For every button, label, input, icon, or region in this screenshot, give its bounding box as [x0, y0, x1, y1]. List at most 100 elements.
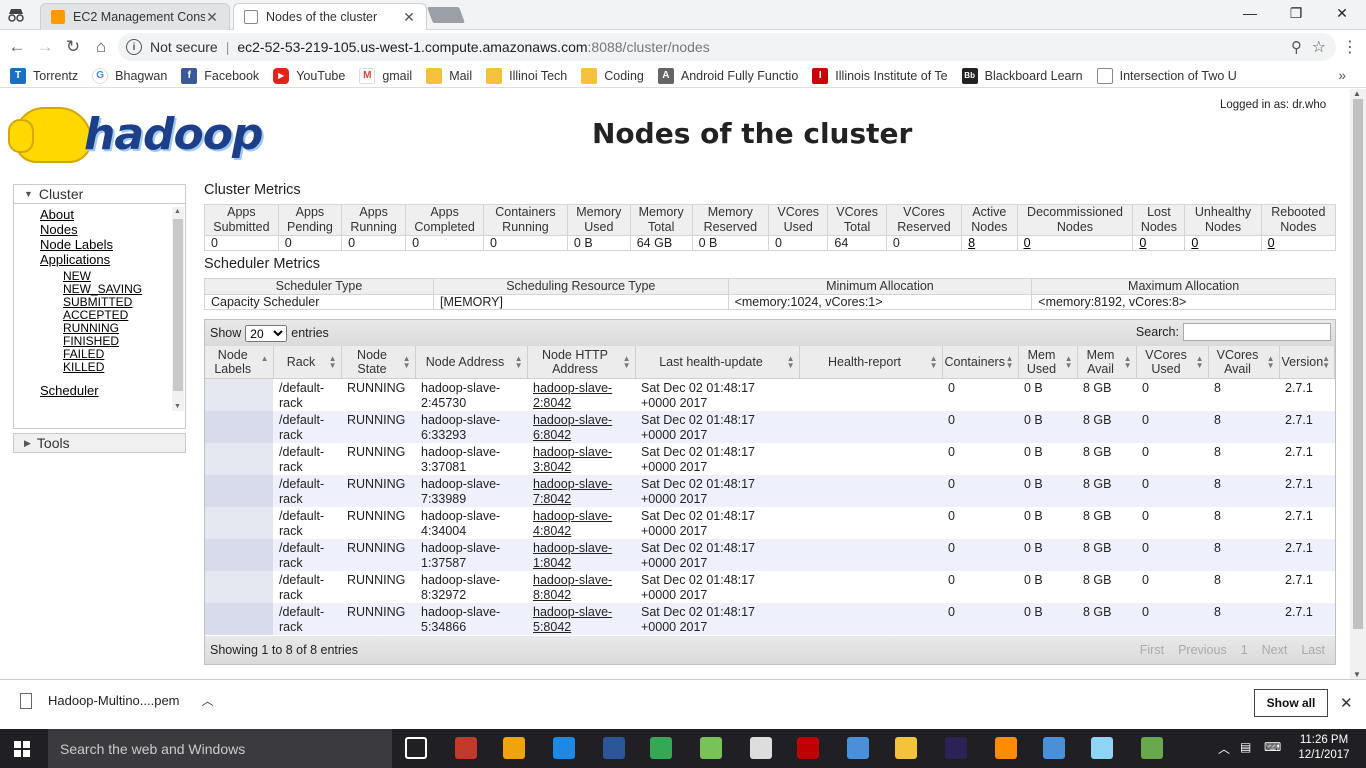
bookmark-item[interactable]: G Bhagwan — [92, 67, 167, 84]
app-icon[interactable] — [455, 737, 477, 759]
home-icon[interactable]: ⌂ — [90, 36, 112, 58]
eclipse-icon[interactable] — [945, 737, 967, 759]
column-header[interactable]: VCores Avail ▲ ▼ — [1208, 346, 1280, 379]
cluster-metric-link[interactable]: 0 — [1139, 236, 1146, 250]
nav-scrollbar[interactable]: ▲ ▼ — [172, 207, 184, 411]
scroll-up-icon[interactable]: ▲ — [174, 208, 181, 215]
more-bookmarks-icon[interactable]: » — [1338, 67, 1346, 83]
file-explorer-icon[interactable] — [895, 737, 917, 759]
node-http-link[interactable]: hadoop-slave-6:8042 — [533, 413, 612, 442]
pager-first[interactable]: First — [1140, 643, 1164, 657]
keyboard-icon[interactable]: ⌨ — [1264, 740, 1281, 754]
pager-last[interactable]: Last — [1301, 643, 1325, 657]
notification-icon[interactable]: ▤ — [1240, 740, 1251, 754]
back-icon[interactable]: ← — [6, 36, 28, 58]
column-header[interactable]: Rack ▲ ▼ — [273, 346, 342, 379]
bookmark-star-icon[interactable]: ☆ — [1312, 37, 1326, 57]
chrome-icon[interactable] — [650, 737, 672, 759]
scroll-down-icon[interactable]: ▼ — [1353, 670, 1361, 679]
address-bar[interactable]: i Not secure | ec2-52-53-219-105.us-west… — [118, 33, 1336, 61]
close-icon[interactable]: ✕ — [205, 9, 219, 26]
column-header[interactable]: Mem Avail ▲ ▼ — [1077, 346, 1137, 379]
new-tab-button[interactable] — [427, 7, 465, 23]
bookmark-item[interactable]: Mail — [426, 67, 472, 84]
minimize-icon[interactable]: — — [1240, 5, 1260, 23]
node-http-link[interactable]: hadoop-slave-8:8042 — [533, 573, 612, 602]
column-header[interactable]: Last health-update ▲ ▼ — [635, 346, 800, 379]
restore-icon[interactable]: ❐ — [1286, 5, 1306, 23]
node-http-link[interactable]: hadoop-slave-4:8042 — [533, 509, 612, 538]
node-http-link[interactable]: hadoop-slave-3:8042 — [533, 445, 612, 474]
filezilla-icon[interactable] — [797, 737, 819, 759]
notepad-icon[interactable] — [1141, 737, 1163, 759]
scroll-thumb[interactable] — [173, 219, 183, 391]
bookmark-item[interactable]: I Illinois Institute of Te — [812, 67, 948, 84]
info-icon[interactable]: i — [126, 39, 142, 55]
nav-nodes[interactable]: Nodes — [14, 222, 185, 237]
scroll-down-icon[interactable]: ▼ — [174, 403, 181, 410]
taskbar-clock[interactable]: 11:26 PM 12/1/2017 — [1292, 733, 1356, 763]
node-http-link[interactable]: hadoop-slave-1:8042 — [533, 541, 612, 570]
node-http-link[interactable]: hadoop-slave-2:8042 — [533, 381, 612, 410]
show-all-button[interactable]: Show all — [1254, 689, 1328, 717]
cluster-metric-link[interactable]: 0 — [1024, 236, 1031, 250]
close-icon[interactable]: ✕ — [402, 9, 416, 26]
nav-app-killed[interactable]: KILLED — [14, 361, 185, 374]
nav-tools-header[interactable]: ▶ Tools — [13, 433, 186, 453]
bookmark-item[interactable]: Coding — [581, 67, 644, 84]
word-icon[interactable] — [603, 737, 625, 759]
bookmark-item[interactable]: Illinoi Tech — [486, 67, 567, 84]
putty-icon[interactable] — [1091, 737, 1113, 759]
bookmark-item[interactable]: Mgmail — [359, 67, 412, 84]
taskbar-search-box[interactable]: Search the web and Windows — [48, 729, 392, 768]
search-input[interactable] — [1183, 323, 1331, 341]
android-studio-icon[interactable] — [700, 737, 722, 759]
page-scrollbar[interactable]: ▲ ▼ — [1350, 89, 1366, 679]
nav-cluster-header[interactable]: ▼ Cluster — [13, 184, 186, 204]
node-http-link[interactable]: hadoop-slave-7:8042 — [533, 477, 612, 506]
tab-nodes-cluster[interactable]: Nodes of the cluster ✕ — [233, 3, 427, 30]
window-close-icon[interactable]: ✕ — [1332, 5, 1352, 23]
tab-ec2-console[interactable]: EC2 Management Conso ✕ — [40, 3, 230, 30]
store-icon[interactable] — [503, 737, 525, 759]
scroll-up-icon[interactable]: ▲ — [1353, 89, 1361, 98]
download-item[interactable]: Hadoop-Multino....pem ︿ — [20, 692, 214, 709]
column-header[interactable]: Containers ▲ ▼ — [942, 346, 1019, 379]
cluster-metric-link[interactable]: 0 — [1268, 236, 1275, 250]
bookmark-item[interactable]: ▶ YouTube — [273, 67, 345, 84]
nav-about[interactable]: About — [14, 207, 185, 222]
windows-start-icon[interactable] — [14, 741, 30, 757]
column-header[interactable]: Health-report ▲ ▼ — [799, 346, 943, 379]
column-header[interactable]: Node HTTP Address ▲ ▼ — [527, 346, 636, 379]
bookmark-item[interactable]: T Torrentz — [10, 67, 78, 84]
page-size-select[interactable]: 20 — [245, 324, 288, 342]
bookmark-item[interactable]: Intersection of Two U — [1096, 67, 1237, 84]
forward-icon[interactable]: → — [34, 36, 56, 58]
network-icon[interactable] — [847, 737, 869, 759]
close-icon[interactable]: ✕ — [1340, 694, 1353, 712]
task-view-icon[interactable] — [405, 737, 427, 759]
bookmark-item[interactable]: Bb Blackboard Learn — [961, 67, 1083, 84]
pdf-icon[interactable] — [995, 737, 1017, 759]
paint-icon[interactable] — [750, 737, 772, 759]
column-header[interactable]: Version ▲ ▼ — [1279, 346, 1335, 379]
scroll-thumb[interactable] — [1353, 99, 1363, 629]
pager-previous[interactable]: Previous — [1178, 643, 1227, 657]
menu-icon[interactable]: ⋮ — [1342, 37, 1358, 57]
search-icon[interactable]: ⚲ — [1291, 38, 1302, 56]
network-icon-2[interactable] — [1043, 737, 1065, 759]
cluster-metric-link[interactable]: 0 — [1191, 236, 1198, 250]
edge-icon[interactable] — [553, 737, 575, 759]
nav-node-labels[interactable]: Node Labels — [14, 237, 185, 252]
bookmark-item[interactable]: f Facebook — [181, 67, 259, 84]
column-header[interactable]: VCores Used ▲ ▼ — [1136, 346, 1209, 379]
column-header[interactable]: Node State ▲ ▼ — [341, 346, 416, 379]
nav-scheduler[interactable]: Scheduler — [14, 383, 185, 398]
column-header[interactable]: Mem Used ▲ ▼ — [1018, 346, 1078, 379]
nav-applications[interactable]: Applications — [14, 252, 185, 267]
chevron-up-icon[interactable]: ︿ — [202, 692, 214, 709]
hadoop-logo[interactable]: hadoop — [8, 99, 284, 164]
node-http-link[interactable]: hadoop-slave-5:8042 — [533, 605, 612, 634]
column-header[interactable]: Node Labels ▲ — [205, 346, 274, 379]
column-header[interactable]: Node Address ▲ ▼ — [415, 346, 528, 379]
